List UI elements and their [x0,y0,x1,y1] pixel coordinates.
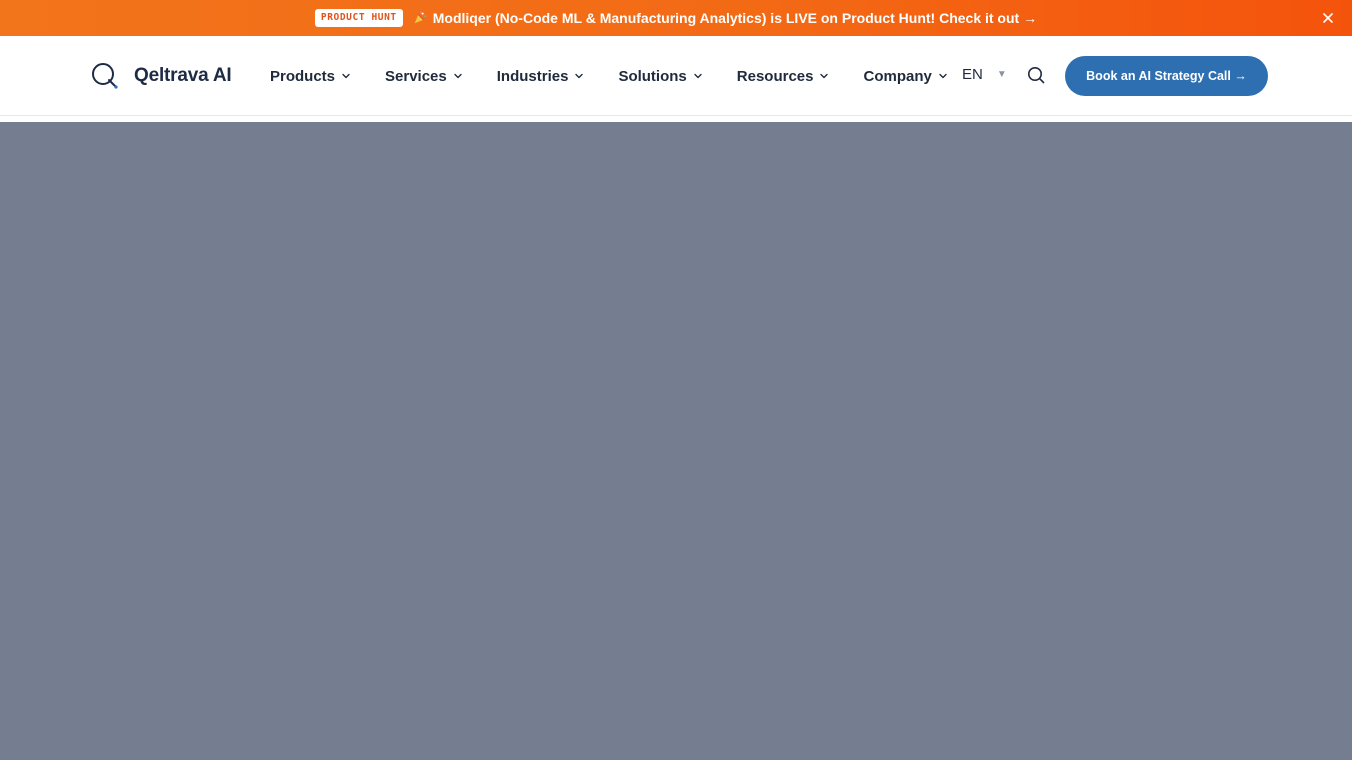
menu-label: Products [270,67,336,85]
banner-message-wrap[interactable]: Modliqer (No-Code ML & Manufacturing Ana… [413,10,1037,26]
close-icon [1323,13,1333,23]
language-label: EN [962,66,983,83]
menu-item-services[interactable]: Services [385,68,463,85]
chevron-down-icon [694,73,702,79]
chevron-down-icon [454,73,462,79]
chevron-down-icon [342,73,350,79]
menu-label: Industries [496,67,569,85]
q-logo-icon [92,63,118,89]
chevron-down-icon [820,73,829,79]
primary-menu: Products Services Industries Solutions R… [270,36,948,116]
menu-item-products[interactable]: Products [270,68,351,85]
menu-item-industries[interactable]: Industries [497,68,585,85]
menu-item-company[interactable]: Company [863,68,947,85]
banner-close-button[interactable] [1320,10,1336,26]
banner-message: Modliqer (No-Code ML & Manufacturing Ana… [432,10,1038,26]
caret-down-icon: ▼ [996,69,1007,80]
chevron-down-icon [575,73,584,79]
menu-item-solutions[interactable]: Solutions [618,68,702,85]
language-selector[interactable]: EN ▼ [962,66,1007,83]
menu-item-resources[interactable]: Resources [737,68,830,85]
book-strategy-call-button[interactable]: Book an AI Strategy Call → [1065,56,1268,96]
announcement-banner: PRODUCT HUNT Modliqer (No-Code ML & Manu… [0,0,1352,36]
banner-content[interactable]: PRODUCT HUNT Modliqer (No-Code ML & Manu… [314,9,1037,27]
search-button[interactable] [1026,65,1046,85]
menu-label: Company [863,67,932,85]
menu-label: Solutions [618,67,687,85]
search-icon [1028,67,1045,84]
menu-label: Services [385,67,447,85]
brand-name: Qeltrava AI [134,65,232,86]
chevron-down-icon [939,73,947,79]
product-hunt-badge: PRODUCT HUNT [314,9,403,27]
party-popper-icon [414,11,426,24]
modal-overlay-backdrop[interactable] [0,122,1352,760]
main-navigation: Qeltrava AI Products Services Industries… [0,36,1352,116]
brand-logo[interactable]: Qeltrava AI [90,61,232,91]
menu-label: Resources [736,67,814,85]
